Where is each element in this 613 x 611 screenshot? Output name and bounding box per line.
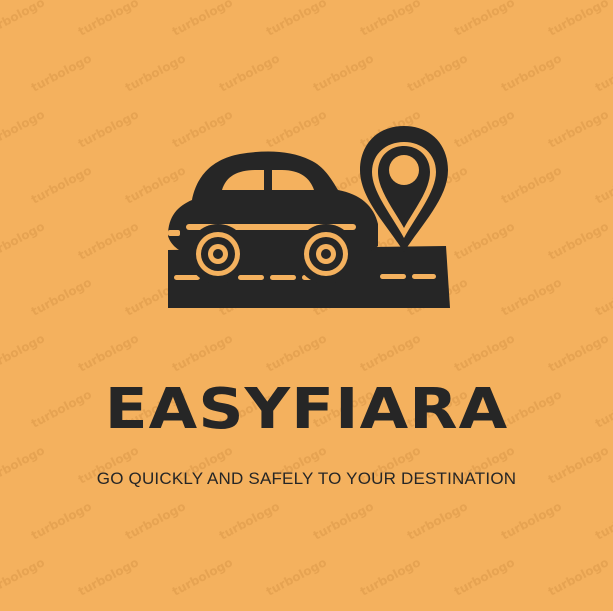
watermark-text: turbologo bbox=[358, 331, 423, 374]
watermark-text: turbologo bbox=[405, 51, 470, 94]
watermark-text: turbologo bbox=[170, 555, 235, 598]
watermark-text: turbologo bbox=[546, 555, 611, 598]
watermark-text: turbologo bbox=[499, 499, 564, 542]
watermark-text: turbologo bbox=[452, 555, 517, 598]
watermark-text: turbologo bbox=[170, 331, 235, 374]
watermark-text: turbologo bbox=[0, 331, 47, 374]
watermark-text: turbologo bbox=[0, 107, 47, 150]
watermark-text: turbologo bbox=[405, 499, 470, 542]
watermark-text: turbologo bbox=[170, 0, 235, 39]
watermark-text: turbologo bbox=[123, 51, 188, 94]
watermark-text: turbologo bbox=[76, 555, 141, 598]
watermark-text: turbologo bbox=[499, 163, 564, 206]
watermark-text: turbologo bbox=[311, 499, 376, 542]
watermark-text: turbologo bbox=[452, 0, 517, 39]
watermark-text: turbologo bbox=[546, 107, 611, 150]
watermark-text: turbologo bbox=[358, 555, 423, 598]
watermark-text: turbologo bbox=[123, 499, 188, 542]
watermark-text: turbologo bbox=[29, 163, 94, 206]
watermark-text: turbologo bbox=[76, 219, 141, 262]
watermark-text: turbologo bbox=[593, 499, 613, 542]
watermark-text: turbologo bbox=[0, 0, 47, 39]
watermark-text: turbologo bbox=[593, 51, 613, 94]
watermark-text: turbologo bbox=[546, 0, 611, 39]
logo-canvas: turbologo turbologo turbologo turbologo turb… bbox=[0, 0, 613, 611]
watermark-text: turbologo bbox=[593, 163, 613, 206]
watermark-text: turbologo bbox=[499, 51, 564, 94]
watermark-text: turbologo bbox=[29, 499, 94, 542]
watermark-text: turbologo bbox=[217, 51, 282, 94]
watermark-text: turbologo bbox=[76, 107, 141, 150]
watermark-text: turbologo bbox=[264, 331, 329, 374]
watermark-text: turbologo bbox=[264, 555, 329, 598]
watermark-text: turbologo bbox=[452, 107, 517, 150]
watermark-text: turbologo bbox=[358, 0, 423, 39]
car-location-emblem bbox=[168, 126, 450, 308]
watermark-text: turbologo bbox=[546, 331, 611, 374]
watermark-text: turbologo bbox=[217, 499, 282, 542]
watermark-text: turbologo bbox=[593, 275, 613, 318]
watermark-text: turbologo bbox=[76, 331, 141, 374]
watermark-text: turbologo bbox=[0, 219, 47, 262]
tagline: GO QUICKLY AND SAFELY TO YOUR DESTINATIO… bbox=[96, 469, 517, 488]
watermark-text: turbologo bbox=[0, 555, 47, 598]
car-wheel-right bbox=[296, 224, 356, 284]
watermark-text: turbologo bbox=[264, 0, 329, 39]
watermark-text: turbologo bbox=[546, 219, 611, 262]
watermark-text: turbologo bbox=[452, 219, 517, 262]
brand-name: EASYFIARA bbox=[104, 377, 509, 442]
watermark-text: turbologo bbox=[499, 275, 564, 318]
car-wheel-left bbox=[188, 224, 248, 284]
watermark-text: turbologo bbox=[29, 275, 94, 318]
watermark-text: turbologo bbox=[76, 0, 141, 39]
watermark-text: turbologo bbox=[29, 51, 94, 94]
watermark-text: turbologo bbox=[452, 331, 517, 374]
watermark-text: turbologo bbox=[311, 51, 376, 94]
